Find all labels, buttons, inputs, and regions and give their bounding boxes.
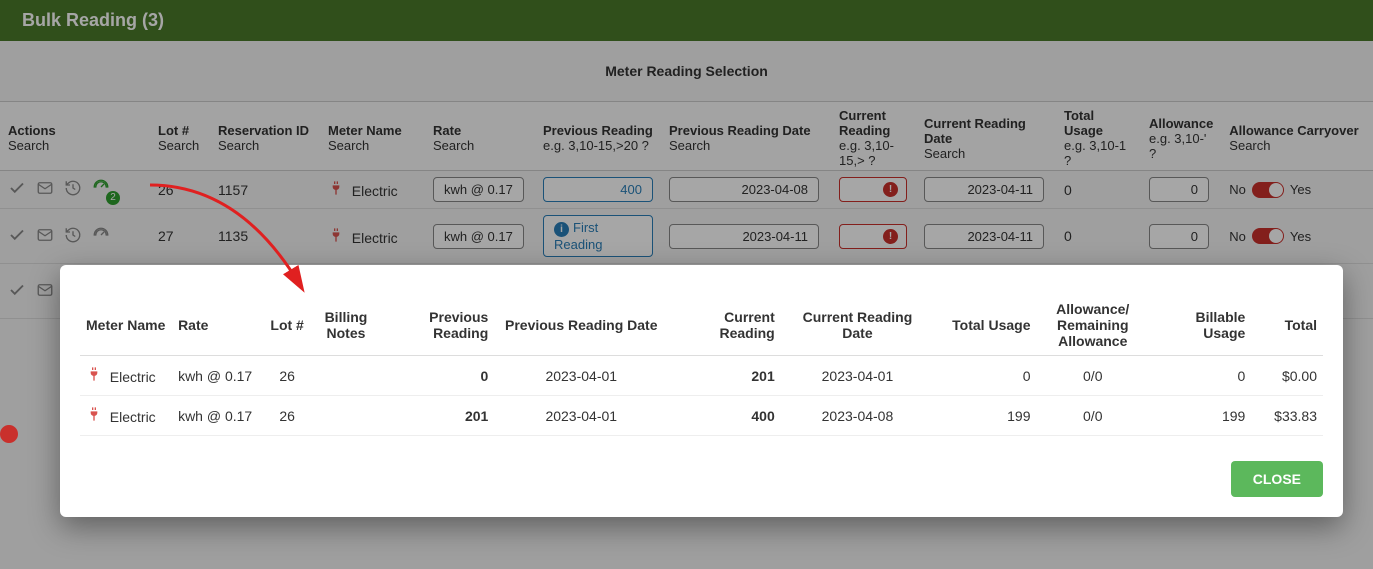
mcol-curr: Current Reading bbox=[668, 295, 781, 356]
total-cell: $33.83 bbox=[1251, 396, 1323, 436]
curr-reading-cell: 400 bbox=[668, 396, 781, 436]
allowance-cell: 0/0 bbox=[1036, 356, 1149, 396]
lot-cell: 26 bbox=[264, 396, 310, 436]
curr-reading-cell: 201 bbox=[668, 356, 781, 396]
prev-date-cell: 2023-04-01 bbox=[494, 356, 668, 396]
mcol-allow: Allowance/ Remaining Allowance bbox=[1036, 295, 1149, 356]
mcol-notes: Billing Notes bbox=[310, 295, 382, 356]
plug-icon bbox=[86, 366, 102, 382]
curr-date-cell: 2023-04-01 bbox=[781, 356, 934, 396]
rate-cell: kwh @ 0.17 bbox=[172, 396, 264, 436]
table-row: Electric kwh @ 0.17 26 201 2023-04-01 40… bbox=[80, 396, 1323, 436]
total-cell: $0.00 bbox=[1251, 356, 1323, 396]
prev-date-cell: 2023-04-01 bbox=[494, 396, 668, 436]
notes-cell bbox=[310, 396, 382, 436]
allowance-cell: 0/0 bbox=[1036, 396, 1149, 436]
lot-cell: 26 bbox=[264, 356, 310, 396]
curr-date-cell: 2023-04-08 bbox=[781, 396, 934, 436]
plug-icon bbox=[86, 406, 102, 422]
mcol-prevdate: Previous Reading Date bbox=[494, 295, 668, 356]
notes-cell bbox=[310, 356, 382, 396]
mcol-meter: Meter Name bbox=[80, 295, 172, 356]
meter-cell: Electric bbox=[80, 396, 172, 436]
rate-cell: kwh @ 0.17 bbox=[172, 356, 264, 396]
usage-cell: 199 bbox=[934, 396, 1036, 436]
mcol-rate: Rate bbox=[172, 295, 264, 356]
mcol-bill: Billable Usage bbox=[1149, 295, 1251, 356]
mcol-total: Total bbox=[1251, 295, 1323, 356]
reading-details-table: Meter Name Rate Lot # Billing Notes Prev… bbox=[80, 295, 1323, 436]
reading-details-modal: Meter Name Rate Lot # Billing Notes Prev… bbox=[60, 265, 1343, 517]
mcol-usage: Total Usage bbox=[934, 295, 1036, 356]
billable-cell: 0 bbox=[1149, 356, 1251, 396]
mcol-lot: Lot # bbox=[264, 295, 310, 356]
billable-cell: 199 bbox=[1149, 396, 1251, 436]
usage-cell: 0 bbox=[934, 356, 1036, 396]
mcol-prev: Previous Reading bbox=[382, 295, 495, 356]
table-row: Electric kwh @ 0.17 26 0 2023-04-01 201 … bbox=[80, 356, 1323, 396]
focus-dot-icon bbox=[0, 425, 18, 443]
mcol-currdate: Current Reading Date bbox=[781, 295, 934, 356]
prev-reading-cell: 201 bbox=[382, 396, 495, 436]
prev-reading-cell: 0 bbox=[382, 356, 495, 396]
meter-cell: Electric bbox=[80, 356, 172, 396]
close-button[interactable]: CLOSE bbox=[1231, 461, 1323, 497]
